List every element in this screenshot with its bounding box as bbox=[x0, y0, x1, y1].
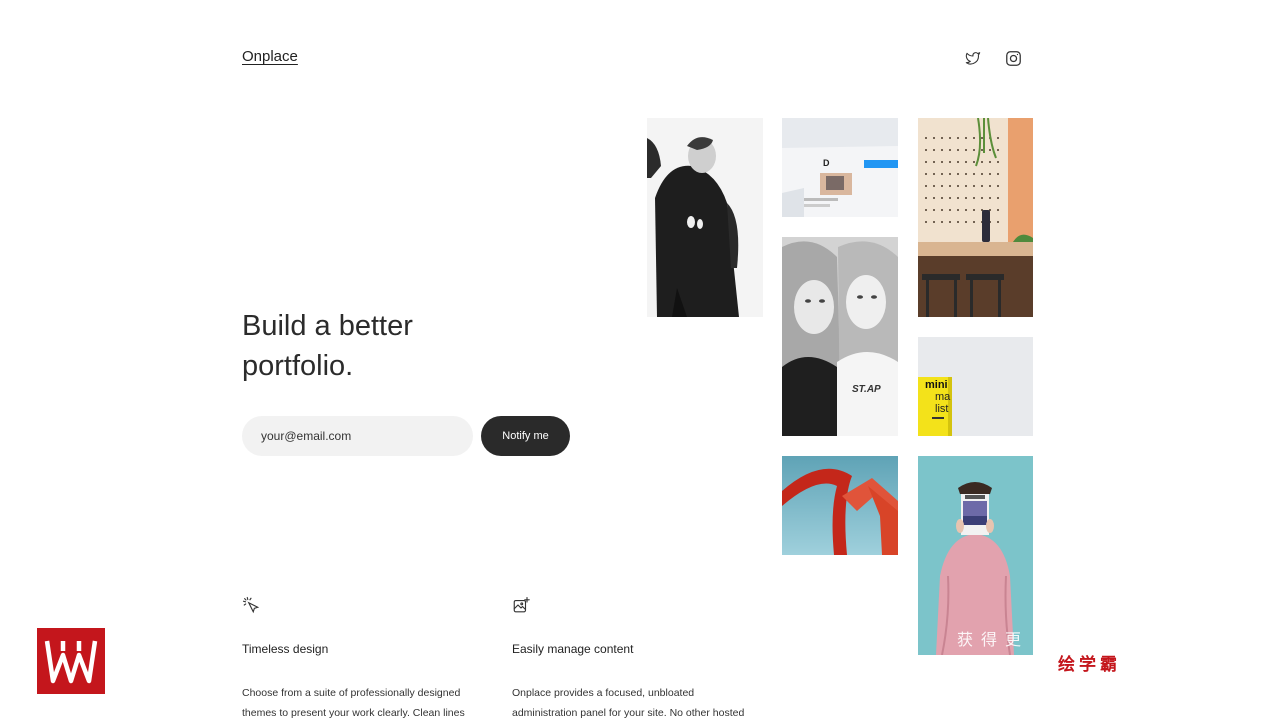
gallery-tile-interior[interactable] bbox=[918, 118, 1033, 317]
hoodie-portrait-image bbox=[647, 118, 763, 317]
notify-me-button[interactable]: Notify me bbox=[481, 416, 570, 456]
hero-headline: Build a better portfolio. bbox=[242, 306, 602, 386]
feature-desc-timeless-design: Choose from a suite of professionally de… bbox=[242, 683, 492, 723]
feature-title-manage-content: Easily manage content bbox=[512, 642, 634, 656]
instagram-icon bbox=[1005, 50, 1021, 66]
feature-desc-line-1: Choose from a suite of professionally de… bbox=[242, 687, 461, 699]
svg-text:D: D bbox=[823, 158, 830, 168]
two-women-image: ST.AP bbox=[782, 237, 898, 436]
svg-text:ma: ma bbox=[935, 391, 951, 403]
w-logo-icon bbox=[44, 640, 98, 684]
watermark-logo bbox=[37, 628, 105, 694]
svg-text:list: list bbox=[935, 403, 948, 415]
brand-logo-link[interactable]: Onplace bbox=[242, 48, 298, 65]
red-sculpture-image bbox=[782, 456, 898, 555]
feature-title-timeless-design: Timeless design bbox=[242, 642, 329, 656]
feature-desc-line-1: Onplace provides a focused, unbloated bbox=[512, 687, 695, 699]
interior-counter-image bbox=[918, 118, 1033, 317]
add-image-icon bbox=[513, 596, 530, 613]
twitter-bird-icon bbox=[965, 52, 981, 65]
feature-desc-manage-content: Onplace provides a focused, unbloated ad… bbox=[512, 683, 762, 723]
feature-desc-line-2: themes to present your work clearly. Cle… bbox=[242, 707, 465, 719]
twitter-link[interactable] bbox=[963, 48, 983, 68]
headline-line-1: Build a better bbox=[242, 310, 413, 342]
instagram-link[interactable] bbox=[1003, 48, 1023, 68]
watermark-overlay-text: 获得更 bbox=[957, 630, 1030, 649]
gallery-tile-web-design-mockup[interactable]: D bbox=[782, 118, 898, 217]
watermark-brand-text: 绘学霸 bbox=[1058, 655, 1121, 675]
headline-line-2: portfolio. bbox=[242, 350, 354, 382]
minimalist-book-image: mini ma list bbox=[918, 337, 1033, 436]
cursor-click-icon bbox=[242, 596, 260, 614]
gallery-tile-red-sculpture[interactable] bbox=[782, 456, 898, 555]
gallery-tile-portrait-black-hoodie[interactable] bbox=[647, 118, 763, 317]
web-mockup-image: D bbox=[782, 118, 898, 217]
svg-text:ST.AP: ST.AP bbox=[852, 384, 881, 395]
email-input[interactable] bbox=[242, 416, 473, 456]
gallery-tile-two-women[interactable]: ST.AP bbox=[782, 237, 898, 436]
gallery-tile-minimalist-book[interactable]: mini ma list bbox=[918, 337, 1033, 436]
svg-text:mini: mini bbox=[925, 379, 948, 391]
feature-desc-line-2: administration panel for your site. No o… bbox=[512, 707, 745, 719]
